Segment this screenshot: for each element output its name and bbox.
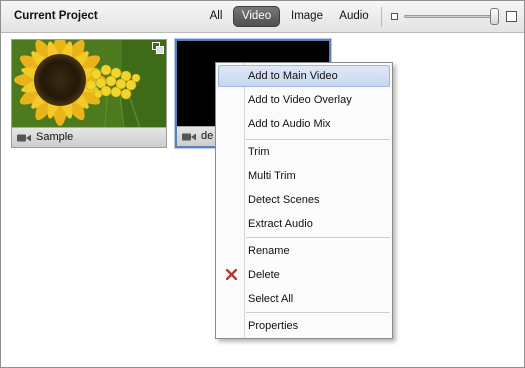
menu-item-rename[interactable]: Rename [218,240,390,262]
red-x-icon [226,269,237,280]
menu-item-delete-label: Delete [248,269,280,281]
menu-item-select-all[interactable]: Select All [218,288,390,310]
menu-item-extract-audio[interactable]: Extract Audio [218,213,390,235]
media-item-label: de [201,130,214,142]
media-caption-bar: Sample [12,127,166,147]
video-camera-icon [17,134,31,142]
menu-item-add-to-main-video[interactable]: Add to Main Video [218,65,390,87]
panel-toolbar: Current Project All Video Image Audio [1,1,524,33]
context-menu: Add to Main Video Add to Video Overlay A… [215,62,393,339]
menu-item-properties[interactable]: Properties [218,315,390,337]
menu-separator [246,237,390,238]
media-item-sample[interactable]: Sample [11,39,167,148]
menu-item-trim[interactable]: Trim [218,141,390,163]
filter-image-button[interactable]: Image [287,6,327,27]
panel-title: Current Project [14,10,98,22]
current-project-panel: Current Project All Video Image Audio Sa… [0,0,525,368]
zoom-large-square-icon [506,11,517,22]
menu-separator [246,312,390,313]
sunflower-thumbnail-image [12,40,166,128]
menu-separator [246,139,390,140]
menu-item-multi-trim[interactable]: Multi Trim [218,165,390,187]
zoom-slider[interactable] [404,15,496,18]
menu-item-delete[interactable]: Delete [218,264,390,286]
video-camera-icon [182,133,196,141]
menu-item-add-to-video-overlay[interactable]: Add to Video Overlay [218,89,390,111]
overlap-squares-icon [152,42,164,54]
toolbar-divider [381,7,382,27]
filter-all-button[interactable]: All [205,6,227,27]
menu-item-detect-scenes[interactable]: Detect Scenes [218,189,390,211]
menu-item-add-to-audio-mix[interactable]: Add to Audio Mix [218,113,390,135]
zoom-slider-thumb[interactable] [490,8,499,25]
zoom-small-square-icon [391,13,398,20]
filter-audio-button[interactable]: Audio [336,6,372,27]
filter-video-button[interactable]: Video [233,6,280,27]
media-item-label: Sample [36,131,74,143]
